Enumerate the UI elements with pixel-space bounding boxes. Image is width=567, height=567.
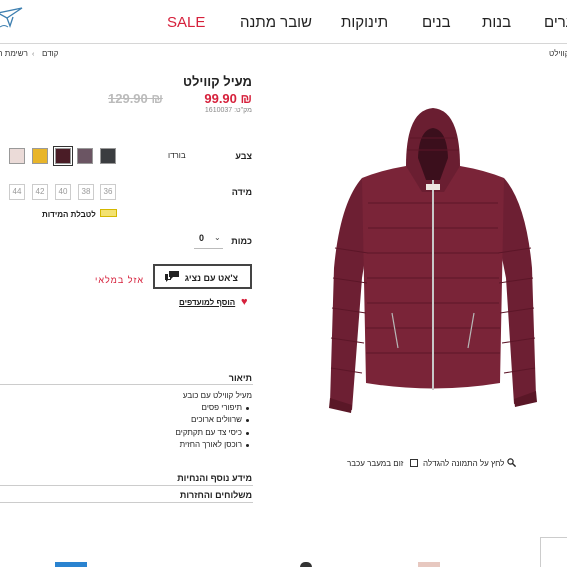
top-navigation: SALE שובר מתנה תינוקות בנים בנות נערים	[0, 0, 567, 44]
product-title: מעיל קווילט	[183, 74, 252, 89]
chevron-left-icon: ‹	[32, 51, 35, 58]
size-option[interactable]: 44	[9, 184, 25, 200]
product-image[interactable]	[322, 108, 544, 420]
section-divider	[0, 502, 253, 503]
shipping-returns-section[interactable]: משלוחים והחזרות	[180, 490, 252, 500]
description-bullet: תיפורי פסים	[201, 403, 242, 412]
bottom-thumbnail[interactable]	[55, 562, 87, 567]
selected-color-name: בורדו	[168, 151, 186, 160]
bullet-dot	[246, 432, 249, 435]
color-swatch-dark-gray[interactable]	[100, 148, 116, 164]
sold-out-text: אזל במלאי	[95, 275, 145, 285]
section-divider	[0, 384, 253, 385]
bullet-dot	[246, 419, 249, 422]
color-swatch-mauve[interactable]	[77, 148, 93, 164]
nav-divider	[0, 43, 567, 44]
bottom-thumbnail[interactable]	[418, 562, 440, 567]
description-title: תיאור	[228, 373, 252, 383]
chat-bubbles-icon	[165, 271, 179, 282]
description-bullet: כיסי צד עם תקתקים	[175, 428, 243, 437]
hover-zoom-text: זום במעבר עכבר	[347, 459, 404, 468]
floating-panel-corner	[540, 537, 567, 567]
nav-gift-voucher[interactable]: שובר מתנה	[240, 14, 312, 31]
color-label: צבע	[235, 151, 252, 161]
color-swatch-mustard[interactable]	[32, 148, 48, 164]
description-bullet: שרוולים ארוכים	[191, 415, 242, 424]
chat-with-agent-button[interactable]: צ'אט עם נציג	[153, 264, 252, 289]
description-bullet: רוכסן לאורך החזית	[179, 440, 242, 449]
size-option[interactable]: 40	[55, 184, 71, 200]
description-intro: מעיל קווילט עם כובע	[182, 391, 252, 400]
size-option[interactable]: 38	[78, 184, 94, 200]
product-sku: מק"ט: 1610037	[204, 107, 252, 114]
zoom-square-icon	[410, 459, 418, 467]
breadcrumb-list[interactable]: רשימת המ	[0, 49, 28, 58]
breadcrumb-current[interactable]: קווילט	[549, 49, 567, 58]
bullet-dot	[246, 407, 249, 410]
original-price: 129.90 ₪	[108, 91, 163, 106]
magnifier-icon[interactable]	[507, 458, 516, 467]
size-chart-link[interactable]: לטבלת המידות	[42, 210, 96, 219]
quantity-underline	[194, 248, 223, 249]
paper-plane-logo-icon[interactable]	[0, 4, 24, 30]
section-divider	[0, 485, 253, 486]
size-option[interactable]: 42	[32, 184, 48, 200]
more-info-section[interactable]: מידע נוסף והנחיות	[177, 473, 252, 483]
ruler-icon[interactable]	[100, 209, 117, 217]
chat-button-label: צ'אט עם נציג	[184, 273, 238, 283]
nav-girls[interactable]: בנות	[482, 14, 511, 31]
bullet-dot	[246, 444, 249, 447]
nav-teens[interactable]: נערים	[544, 14, 567, 31]
color-swatch-burgundy[interactable]	[53, 146, 73, 166]
click-to-enlarge-text[interactable]: לחץ על התמונה להגדלה	[423, 459, 504, 468]
nav-sale[interactable]: SALE	[167, 14, 205, 31]
chevron-down-icon[interactable]: ⌄	[214, 233, 221, 242]
color-swatch-light-pink[interactable]	[9, 148, 25, 164]
size-option[interactable]: 36	[100, 184, 116, 200]
sale-price: 99.90 ₪	[204, 91, 252, 106]
nav-babies[interactable]: תינוקות	[341, 14, 388, 31]
add-to-wishlist-link[interactable]: הוסף למועדפים	[179, 298, 235, 307]
heart-icon[interactable]: ♥	[241, 296, 248, 308]
bottom-thumbnail[interactable]	[300, 562, 312, 567]
quantity-value[interactable]: 0	[199, 233, 204, 243]
nav-boys[interactable]: בנים	[422, 14, 451, 31]
breadcrumb-prev[interactable]: קודם	[42, 49, 58, 58]
size-label: מידה	[231, 187, 252, 197]
quantity-label: כמות	[231, 236, 252, 246]
